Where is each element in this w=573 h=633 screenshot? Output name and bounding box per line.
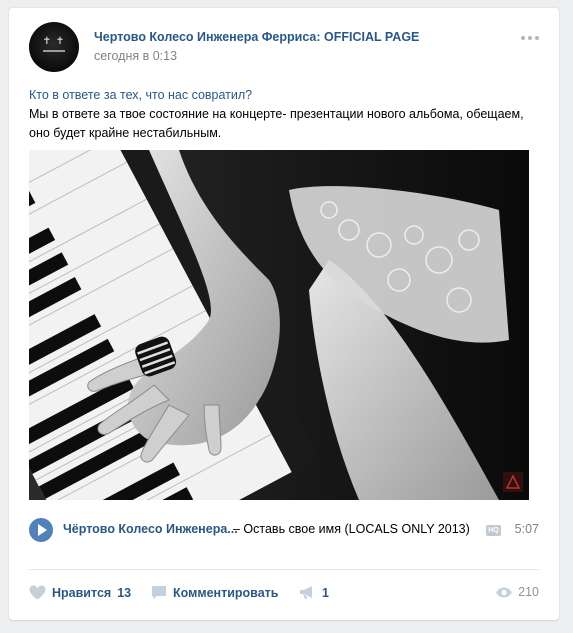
post-question-link[interactable]: Кто в ответе за тех, что нас совратил? — [29, 86, 539, 105]
comment-icon — [152, 586, 166, 599]
like-label: Нравится — [52, 585, 112, 600]
avatar-logo: ✝ ✝ — [42, 36, 66, 47]
audio-duration: 5:07 — [514, 522, 539, 536]
like-count: 13 — [117, 585, 132, 600]
audio-title: – Оставь свое имя (LOCALS ONLY 2013) — [233, 522, 470, 536]
share-count: 1 — [322, 585, 329, 600]
play-icon[interactable] — [29, 518, 53, 542]
share-button[interactable]: 1 — [299, 585, 329, 600]
photo-watermark — [503, 472, 523, 492]
more-dots-icon[interactable] — [521, 36, 539, 40]
eye-icon — [496, 587, 512, 597]
like-button[interactable]: Нравится 13 — [29, 585, 131, 600]
post-actions: Нравится 13 Комментировать 1 210 — [29, 585, 539, 605]
audio-track[interactable]: Чёртово Колесо Инженера... – Оставь свое… — [29, 518, 539, 542]
audio-artist-link[interactable]: Чёртово Колесо Инженера... — [63, 522, 238, 536]
views-count: 210 — [518, 585, 539, 599]
divider — [29, 569, 539, 570]
hq-badge: HQ — [486, 525, 501, 536]
comment-button[interactable]: Комментировать — [151, 585, 278, 600]
post-author-link[interactable]: Чертово Колесо Инженера Ферриса: OFFICIA… — [94, 30, 419, 44]
heart-icon — [29, 585, 46, 600]
post-card: ✝ ✝ Чертово Колесо Инженера Ферриса: OFF… — [9, 8, 559, 620]
post-photo[interactable] — [29, 150, 529, 500]
piano-photo-illustration — [29, 150, 529, 500]
post-text: Кто в ответе за тех, что нас совратил? М… — [29, 86, 539, 143]
avatar[interactable]: ✝ ✝ — [29, 22, 79, 72]
megaphone-icon — [300, 586, 312, 599]
comment-label: Комментировать — [173, 585, 279, 600]
post-timestamp[interactable]: сегодня в 0:13 — [94, 49, 177, 63]
views: 210 — [496, 585, 539, 599]
post-body: Мы в ответе за твое состояние на концерт… — [29, 107, 524, 140]
